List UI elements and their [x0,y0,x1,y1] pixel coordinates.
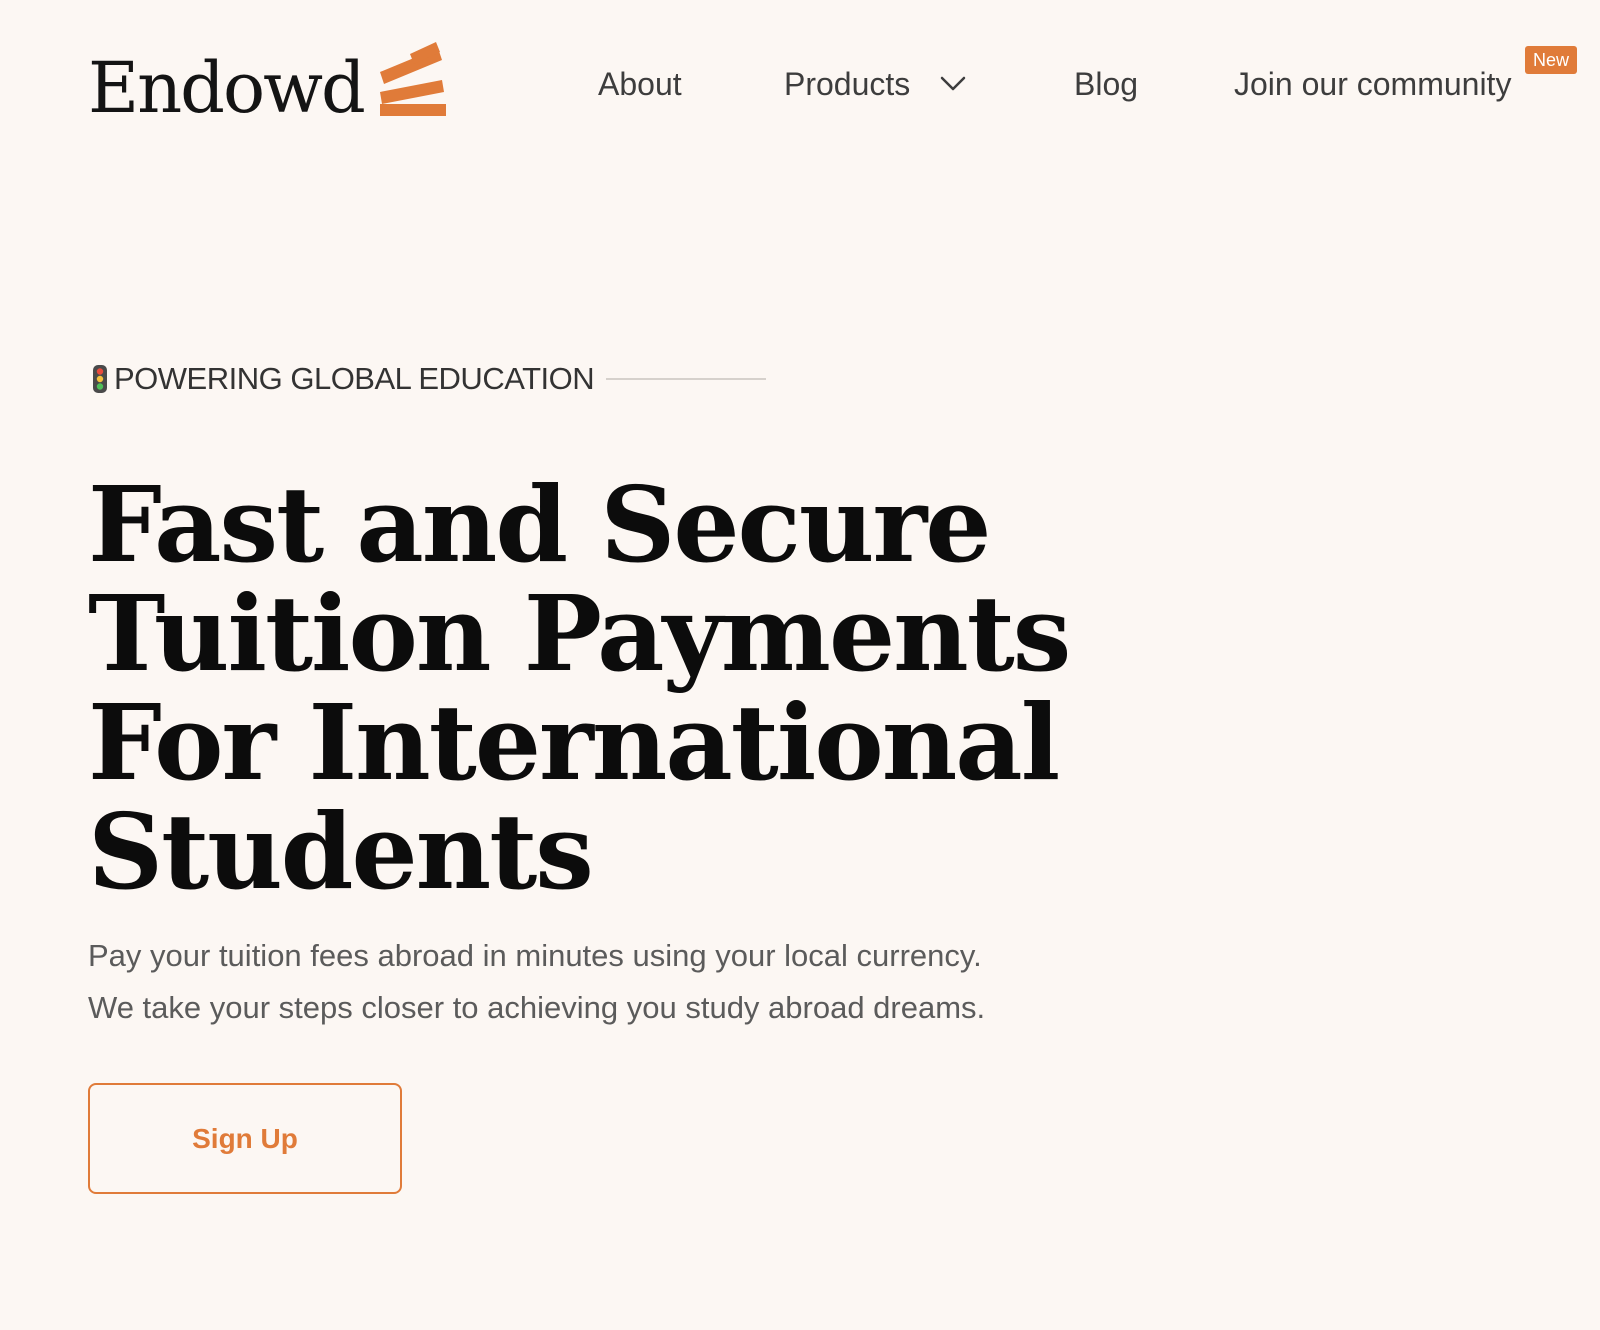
eyebrow-divider [606,378,766,380]
hero-headline-line: Students [88,790,594,913]
main-nav: About Products Blog Join our community [0,62,1600,106]
hero-description: Pay your tuition fees abroad in minutes … [88,930,1188,1034]
hero-eyebrow-text: POWERING GLOBAL EDUCATION [114,361,595,396]
site-header: Endowd About Products Blog Join our comm… [0,0,1600,170]
hero-headline-line: Fast and Secure [88,463,991,586]
nav-community-link[interactable]: Join our community [1234,62,1511,106]
traffic-light-icon [93,365,107,393]
new-badge: New [1525,46,1578,74]
nav-products-label: Products [784,66,911,102]
hero-eyebrow: POWERING GLOBAL EDUCATION [92,359,595,399]
nav-about-link[interactable]: About [598,62,682,106]
chevron-down-icon [941,76,966,91]
sign-up-button[interactable]: Sign Up [88,1083,402,1194]
hero-headline-line: Tuition Payments [88,572,1071,695]
hero-description-line: We take your steps closer to achieving y… [88,990,986,1025]
hero-description-line: Pay your tuition fees abroad in minutes … [88,938,982,973]
hero-headline-line: For International [88,681,1060,804]
nav-products-dropdown[interactable]: Products [784,62,966,106]
nav-blog-link[interactable]: Blog [1074,62,1138,106]
hero-headline: Fast and Secure Tuition Payments For Int… [88,470,1188,906]
